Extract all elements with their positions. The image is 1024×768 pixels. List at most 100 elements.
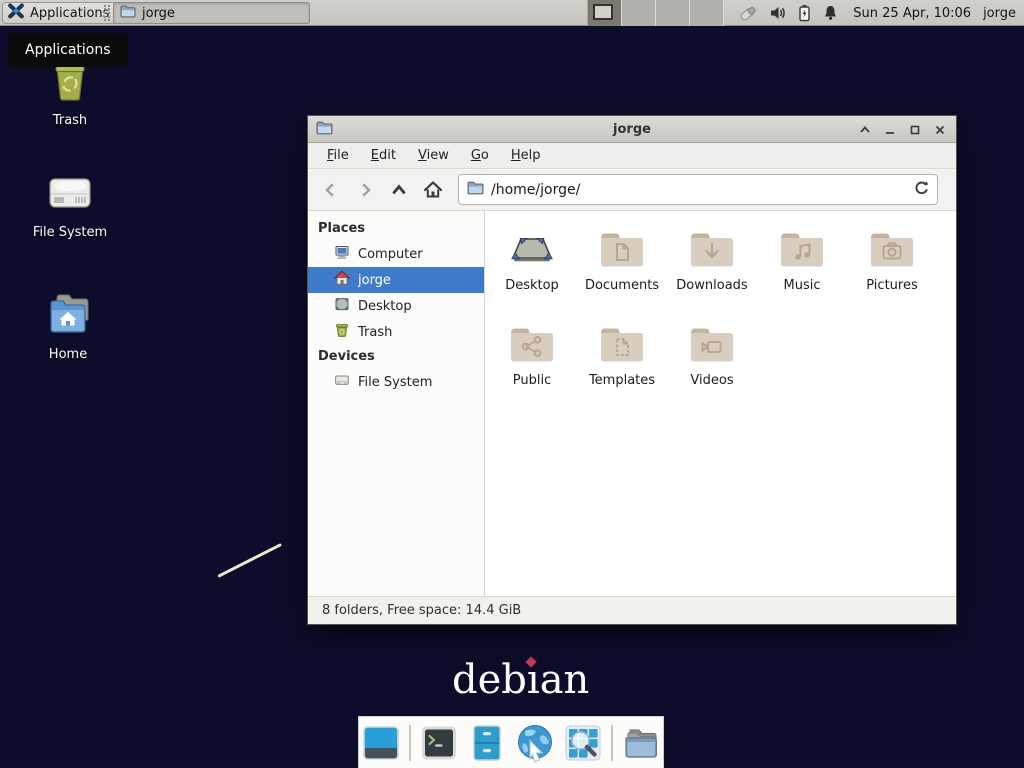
desktop-icon-label: Trash (53, 113, 87, 128)
hard-drive-icon (46, 170, 94, 220)
desktop: { "panel": { "applications_button": "App… (0, 0, 1024, 768)
file-item-desktop[interactable]: Desktop (487, 225, 577, 320)
sidebar-item-file-system[interactable]: File System (308, 369, 484, 395)
file-item-label: Documents (585, 278, 659, 293)
applications-tooltip-text: Applications (25, 42, 111, 58)
close-window-button[interactable] (933, 123, 946, 136)
window-content: Places Computer (308, 211, 956, 596)
workspace-3[interactable] (656, 0, 690, 26)
panel-handle[interactable] (104, 5, 110, 21)
menu-file[interactable]: File (318, 145, 358, 166)
sidebar-places-header: Places (308, 217, 484, 241)
battery-charging-icon[interactable] (798, 4, 811, 22)
file-item-videos[interactable]: Videos (667, 320, 757, 415)
path-input[interactable]: /home/jorge/ (491, 182, 907, 198)
menu-edit[interactable]: Edit (362, 145, 405, 166)
back-button[interactable] (314, 175, 348, 205)
menu-help[interactable]: Help (502, 145, 550, 166)
terminal-launcher-icon[interactable] (419, 723, 459, 763)
menu-view[interactable]: View (409, 145, 458, 166)
desktop-icon-label: Home (49, 347, 87, 362)
desktop-place-icon (334, 296, 350, 316)
sidebar-item-computer[interactable]: Computer (308, 241, 484, 267)
desktop-workspace-icon (508, 225, 556, 275)
debian-logo-text-pre: deb (452, 657, 527, 703)
pictures-folder-icon (868, 225, 916, 275)
forward-button[interactable] (348, 175, 382, 205)
applications-menu-label: Applications (30, 6, 109, 21)
show-desktop-icon[interactable] (361, 723, 401, 763)
taskbar-folder-icon (120, 4, 136, 22)
taskbar-window-label: jorge (142, 6, 175, 21)
directory-menu-icon[interactable] (621, 723, 661, 763)
window-menubar: File Edit View Go Help (308, 143, 956, 169)
dock-separator (409, 725, 411, 761)
file-item-templates[interactable]: Templates (577, 320, 667, 415)
app-finder-launcher-icon[interactable] (563, 723, 603, 763)
applications-tooltip: Applications (8, 33, 128, 67)
sidebar-item-jorge[interactable]: jorge (308, 267, 484, 293)
workspace-1[interactable] (588, 0, 622, 26)
window-controls (858, 116, 946, 143)
file-item-downloads[interactable]: Downloads (667, 225, 757, 320)
screen-artifact-line (217, 543, 282, 578)
panel-user-label[interactable]: jorge (983, 6, 1016, 21)
file-item-music[interactable]: Music (757, 225, 847, 320)
notification-bell-icon[interactable] (822, 4, 839, 22)
window-toolbar: /home/jorge/ (308, 169, 956, 211)
sidebar-item-desktop[interactable]: Desktop (308, 293, 484, 319)
videos-folder-icon (688, 320, 736, 370)
workspace-2[interactable] (622, 0, 656, 26)
input-device-icon[interactable] (738, 4, 758, 22)
file-item-label: Videos (690, 373, 733, 388)
home-icon (334, 270, 350, 290)
home-button[interactable] (416, 175, 450, 205)
file-grid: Desktop Documents (485, 211, 956, 596)
sidebar-item-label: File System (358, 375, 432, 390)
file-item-label: Templates (589, 373, 655, 388)
menu-go[interactable]: Go (462, 145, 498, 166)
sidebar-item-label: Desktop (358, 299, 412, 314)
file-manager-window: jorge File Edit View Go Help (307, 115, 957, 625)
workspace-4[interactable] (690, 0, 724, 26)
statusbar: 8 folders, Free space: 14.4 GiB (308, 596, 956, 624)
volume-icon[interactable] (769, 4, 787, 22)
debian-logo-text-post: an (540, 657, 590, 703)
path-bar[interactable]: /home/jorge/ (458, 174, 938, 205)
statusbar-text: 8 folders, Free space: 14.4 GiB (322, 603, 521, 618)
file-item-label: Music (784, 278, 821, 293)
file-manager-launcher-icon[interactable] (467, 723, 507, 763)
applications-menu-button[interactable]: Applications (2, 2, 119, 24)
file-item-documents[interactable]: Documents (577, 225, 667, 320)
file-item-label: Downloads (676, 278, 747, 293)
window-titlebar[interactable]: jorge (308, 116, 956, 143)
desktop-icon-home[interactable]: Home (22, 290, 114, 362)
sidebar-devices-header: Devices (308, 345, 484, 369)
shade-window-button[interactable] (858, 123, 871, 136)
file-item-label: Public (513, 373, 551, 388)
drive-icon (334, 372, 350, 392)
web-browser-launcher-icon[interactable] (515, 723, 555, 763)
panel-right-section: Sun 25 Apr, 10:06 jorge (587, 0, 1024, 26)
sidebar-item-label: Trash (358, 325, 392, 340)
file-item-label: Desktop (505, 278, 559, 293)
sidebar-item-trash[interactable]: Trash (308, 319, 484, 345)
minimize-window-button[interactable] (883, 123, 896, 136)
file-item-pictures[interactable]: Pictures (847, 225, 937, 320)
computer-icon (334, 244, 350, 264)
reload-icon[interactable] (914, 180, 929, 199)
workspace-window-thumb (593, 4, 613, 20)
taskbar-window-button[interactable]: jorge (113, 2, 310, 24)
debian-logo: debıan (452, 656, 589, 704)
templates-folder-icon (598, 320, 646, 370)
music-folder-icon (778, 225, 826, 275)
maximize-window-button[interactable] (908, 123, 921, 136)
top-panel: Applications jorge (0, 0, 1024, 26)
bottom-dock (358, 716, 664, 768)
file-item-public[interactable]: Public (487, 320, 577, 415)
panel-clock[interactable]: Sun 25 Apr, 10:06 (853, 6, 971, 21)
trash-place-icon (334, 322, 350, 342)
applications-menu-icon (7, 2, 25, 24)
desktop-icon-filesystem[interactable]: File System (24, 170, 116, 240)
up-button[interactable] (382, 175, 416, 205)
